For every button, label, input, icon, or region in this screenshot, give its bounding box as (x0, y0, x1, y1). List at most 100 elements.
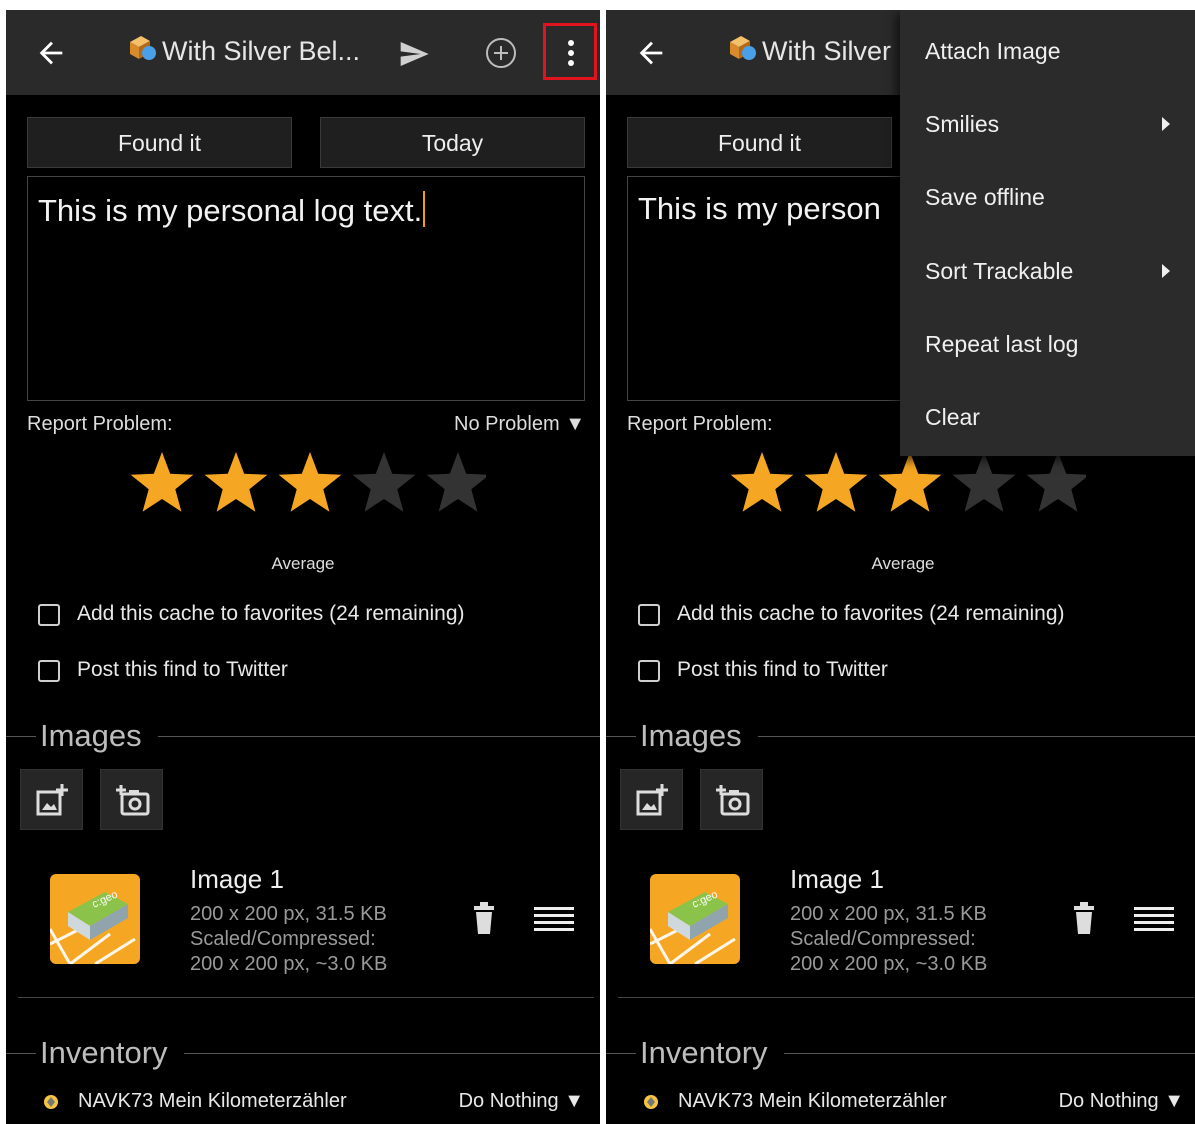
report-problem-dropdown[interactable]: No Problem ▼ (454, 413, 585, 436)
camera-icon (716, 785, 750, 816)
image-divider (618, 997, 1194, 998)
menu-item-label: Clear (925, 404, 980, 430)
submenu-arrow-icon (1162, 117, 1170, 131)
section-divider (6, 736, 36, 737)
cache-type-icon (130, 36, 156, 60)
text-cursor (423, 191, 426, 227)
star-empty-icon[interactable] (352, 452, 416, 512)
trackable-icon (644, 1095, 658, 1109)
section-divider (606, 1053, 636, 1054)
menu-item-label: Repeat last log (925, 331, 1079, 357)
favorites-checkbox-label: Add this cache to favorites (24 remainin… (77, 602, 465, 625)
menu-item-label: Attach Image (925, 38, 1061, 64)
take-photo-button[interactable] (700, 769, 763, 830)
arrow-left-icon[interactable] (34, 36, 68, 70)
menu-item-label: Sort Trackable (925, 258, 1074, 284)
star-filled-icon[interactable] (730, 452, 794, 512)
image-divider (18, 997, 594, 998)
log-text-value: This is my personal log text. (38, 193, 423, 228)
inventory-item[interactable]: NAVK73 Mein Kilometerzähler Do Nothing ▼ (6, 1090, 600, 1118)
image-scaled-size: 200 x 200 px, ~3.0 KB (190, 953, 388, 975)
checkbox-box[interactable] (38, 604, 60, 626)
star-filled-icon[interactable] (878, 452, 942, 512)
image-scaled-label: Scaled/Compressed: (190, 928, 376, 950)
menu-item-smilies[interactable]: Smilies (900, 97, 1195, 157)
log-text-value: This is my person (638, 191, 881, 226)
menu-item-attach-image[interactable]: Attach Image (900, 24, 1195, 84)
overflow-menu: Attach Image Smilies Save offline Sort T… (900, 10, 1195, 456)
images-section-title: Images (40, 718, 142, 753)
date-button[interactable]: Today (320, 117, 585, 168)
section-divider (158, 736, 600, 737)
trackable-name: NAVK73 Mein Kilometerzähler (678, 1090, 947, 1112)
inventory-section-header: Inventory (6, 1035, 600, 1071)
rating-label: Average (871, 554, 935, 573)
reorder-icon[interactable] (1134, 905, 1174, 935)
inventory-section-header: Inventory (606, 1035, 1195, 1071)
screen-log-right: With Silver Found it This is my person R… (606, 10, 1195, 1124)
checkbox-box[interactable] (638, 660, 660, 682)
rating-stars[interactable] (126, 448, 486, 518)
images-section-header: Images (606, 718, 1195, 754)
trackable-name: NAVK73 Mein Kilometerzähler (78, 1090, 347, 1112)
trackable-action-dropdown[interactable]: Do Nothing ▼ (459, 1090, 584, 1113)
star-filled-icon[interactable] (130, 452, 194, 512)
camera-icon (116, 785, 150, 816)
image-thumbnail[interactable]: c:geo (650, 874, 740, 964)
menu-item-repeat-last-log[interactable]: Repeat last log (900, 317, 1195, 377)
menu-item-save-offline[interactable]: Save offline (900, 170, 1195, 230)
star-empty-icon[interactable] (426, 452, 486, 512)
images-section-header: Images (6, 718, 600, 754)
send-icon[interactable] (398, 38, 430, 70)
section-divider (6, 1053, 36, 1054)
add-photo-icon (636, 784, 668, 816)
add-image-button[interactable] (20, 769, 83, 830)
menu-item-sort-trackable[interactable]: Sort Trackable (900, 244, 1195, 304)
image-thumbnail[interactable]: c:geo (50, 874, 140, 964)
trash-icon[interactable] (1072, 900, 1096, 936)
submenu-arrow-icon (1162, 264, 1170, 278)
section-divider (606, 736, 636, 737)
trash-icon[interactable] (472, 900, 496, 936)
image-title: Image 1 (790, 864, 884, 894)
section-divider (758, 736, 1195, 737)
checkbox-box[interactable] (38, 660, 60, 682)
menu-item-clear[interactable]: Clear (900, 390, 1195, 450)
image-size: 200 x 200 px, 31.5 KB (790, 903, 987, 925)
star-empty-icon[interactable] (1026, 452, 1086, 512)
report-problem-label: Report Problem: (27, 413, 173, 435)
take-photo-button[interactable] (100, 769, 163, 830)
section-divider (784, 1053, 1195, 1054)
checkbox-box[interactable] (638, 604, 660, 626)
log-text-input[interactable]: This is my personal log text. (27, 176, 585, 401)
image-scaled-size: 200 x 200 px, ~3.0 KB (790, 953, 988, 975)
app-bar: With Silver Bel... (6, 10, 600, 95)
star-filled-icon[interactable] (804, 452, 868, 512)
rating-stars[interactable] (726, 448, 1086, 518)
menu-item-label: Save offline (925, 184, 1045, 210)
reorder-icon[interactable] (534, 905, 574, 935)
app-bar-title: With Silver (762, 36, 892, 66)
plus-circle-icon[interactable] (484, 36, 518, 70)
inventory-section-title: Inventory (640, 1035, 768, 1070)
more-button-highlight (543, 23, 597, 80)
inventory-item[interactable]: NAVK73 Mein Kilometerzähler Do Nothing ▼ (606, 1090, 1195, 1118)
star-empty-icon[interactable] (952, 452, 1016, 512)
screen-log-left: With Silver Bel... Found it Today This i… (6, 10, 600, 1124)
twitter-checkbox-label: Post this find to Twitter (77, 658, 288, 681)
add-image-button[interactable] (620, 769, 683, 830)
trackable-icon (44, 1095, 58, 1109)
log-type-button[interactable]: Found it (27, 117, 292, 168)
log-type-button[interactable]: Found it (627, 117, 892, 168)
twitter-checkbox-label: Post this find to Twitter (677, 658, 888, 681)
arrow-left-icon[interactable] (634, 36, 668, 70)
report-problem-label: Report Problem: (627, 413, 773, 435)
inventory-section-title: Inventory (40, 1035, 168, 1070)
trackable-action-dropdown[interactable]: Do Nothing ▼ (1059, 1090, 1184, 1113)
favorites-checkbox-label: Add this cache to favorites (24 remainin… (677, 602, 1065, 625)
images-section-title: Images (640, 718, 742, 753)
star-filled-icon[interactable] (278, 452, 342, 512)
star-filled-icon[interactable] (204, 452, 268, 512)
section-divider (184, 1053, 600, 1054)
image-scaled-label: Scaled/Compressed: (790, 928, 976, 950)
